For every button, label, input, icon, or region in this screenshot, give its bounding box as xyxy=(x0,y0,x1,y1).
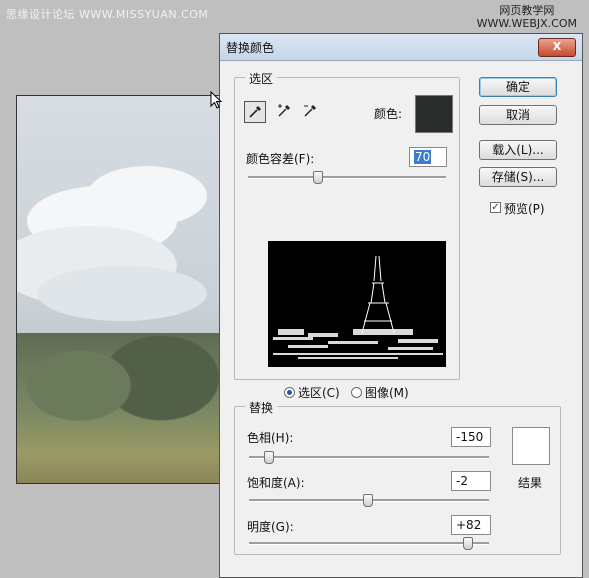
fuzziness-slider-thumb[interactable] xyxy=(313,171,324,184)
close-button[interactable]: X xyxy=(538,38,576,57)
radio-image[interactable] xyxy=(351,387,362,398)
dialog-title: 替换颜色 xyxy=(226,41,275,55)
preview-checkbox[interactable]: ✓ xyxy=(490,202,501,213)
hue-label: 色相(H): xyxy=(247,431,294,445)
selection-group: 选区 颜色: 颜色容差(F): 70 选区(C) 图像(M) xyxy=(234,70,460,400)
radio-selection[interactable] xyxy=(284,387,295,398)
eyedropper-minus-tool-button[interactable] xyxy=(299,101,321,123)
result-label: 结果 xyxy=(518,476,543,490)
eyedropper-plus-icon xyxy=(278,104,290,117)
eyedropper-plus-tool-button[interactable] xyxy=(273,101,295,123)
replace-legend: 替换 xyxy=(245,399,278,416)
result-swatch[interactable] xyxy=(512,427,550,465)
lightness-slider-thumb[interactable] xyxy=(463,537,474,550)
title-bar[interactable]: 替换颜色 X xyxy=(220,34,582,61)
selection-mask-preview xyxy=(268,241,446,367)
selection-preview xyxy=(268,241,446,367)
lightness-input[interactable]: +82 xyxy=(451,515,491,535)
radio-selection-label[interactable]: 选区(C) xyxy=(298,384,340,401)
color-label: 颜色: xyxy=(374,107,403,121)
preview-checkbox-label[interactable]: 预览(P) xyxy=(504,200,545,217)
eyedropper-icon xyxy=(249,106,261,118)
hue-slider-thumb[interactable] xyxy=(264,451,275,464)
watermark-right: 网页教学网 WWW.WEBJX.COM xyxy=(477,4,577,30)
replace-color-dialog: 替换颜色 X 选区 颜色: 颜色容差(F): 70 选区(C) 图像(M) 确定… xyxy=(219,33,583,578)
saturation-slider-thumb[interactable] xyxy=(362,494,373,507)
hue-slider[interactable] xyxy=(249,451,489,464)
save-button[interactable]: 存储(S)... xyxy=(479,167,557,187)
background-photo xyxy=(16,95,224,484)
lightness-label: 明度(G): xyxy=(247,520,294,534)
hue-input[interactable]: -150 xyxy=(451,427,491,447)
selection-color-swatch[interactable] xyxy=(415,95,453,133)
saturation-label: 饱和度(A): xyxy=(247,476,305,490)
eyedropper-minus-icon xyxy=(304,105,316,117)
fuzziness-input[interactable]: 70 xyxy=(409,147,447,167)
watermark-right-line1: 网页教学网 xyxy=(499,4,555,17)
fuzziness-slider[interactable] xyxy=(248,171,446,184)
load-button[interactable]: 载入(L)... xyxy=(479,140,557,160)
ok-button[interactable]: 确定 xyxy=(479,77,557,97)
selection-legend: 选区 xyxy=(245,70,278,87)
replace-group: 替换 色相(H): -150 饱和度(A): -2 明度(G): +82 结果 xyxy=(234,399,561,555)
fuzziness-label: 颜色容差(F): xyxy=(246,152,315,166)
watermark-right-line2: WWW.WEBJX.COM xyxy=(476,17,577,30)
radio-image-label[interactable]: 图像(M) xyxy=(365,384,409,401)
watermark-left: 思缘设计论坛 WWW.MISSYUAN.COM xyxy=(6,8,209,21)
mouse-cursor-icon xyxy=(210,91,223,109)
cancel-button[interactable]: 取消 xyxy=(479,105,557,125)
saturation-slider[interactable] xyxy=(249,494,489,507)
eyedropper-tool-button[interactable] xyxy=(244,101,266,123)
lightness-slider[interactable] xyxy=(249,537,489,550)
saturation-input[interactable]: -2 xyxy=(451,471,491,491)
